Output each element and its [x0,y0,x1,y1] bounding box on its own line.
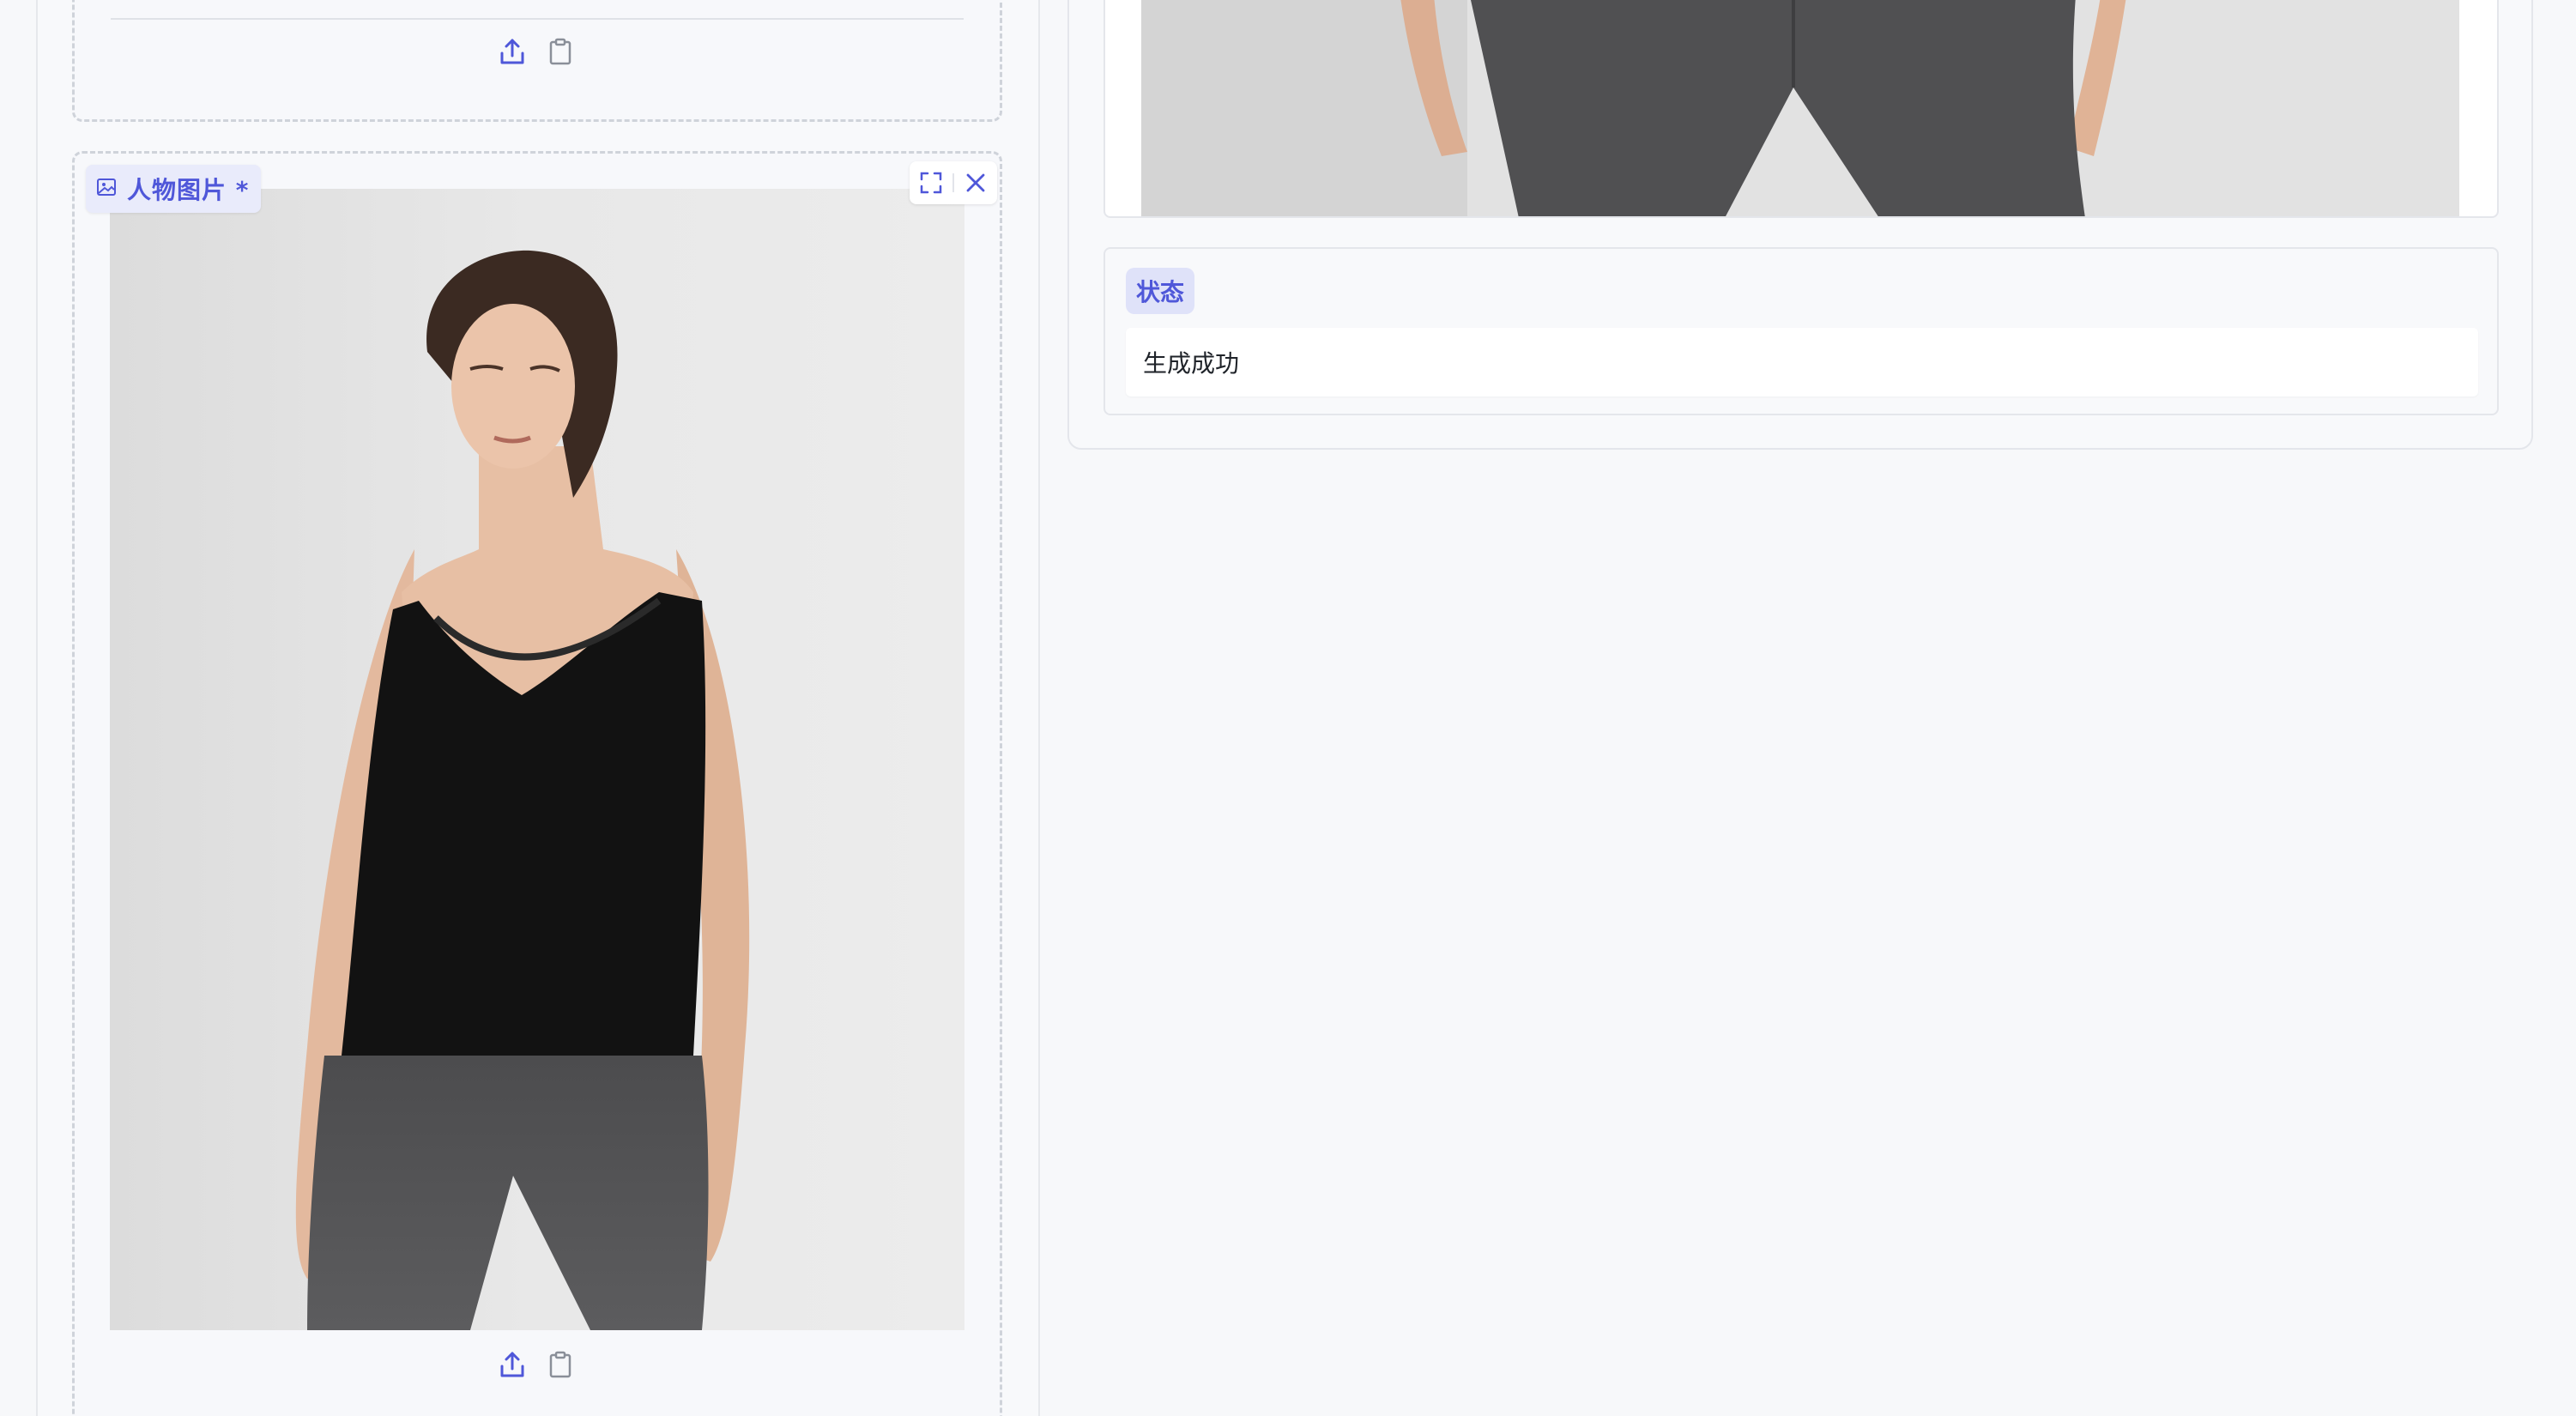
fullscreen-icon[interactable] [918,169,944,197]
clipboard-icon[interactable] [547,38,573,65]
output-image-preview[interactable] [1141,0,2459,216]
person-image-toolbar [499,1351,573,1378]
controls-separator [952,173,954,192]
status-label: 状态 [1126,268,1195,314]
person-image-preview [110,189,964,1330]
upload-icon[interactable] [499,1351,525,1378]
status-value: 生成成功 [1126,328,2478,396]
status-card: 状态 生成成功 [1104,247,2499,415]
close-icon[interactable] [963,169,989,197]
image-controls [910,161,997,204]
image-icon [96,177,117,201]
clipboard-icon[interactable] [547,1351,573,1378]
person-image-label-text: 人物图片 * [127,176,250,204]
person-image-label: 人物图片 * [86,165,262,213]
app-page: 人物图片 * 状态 生成成功 [0,0,2576,1416]
divider [111,18,964,20]
output-image-card [1104,0,2499,218]
upload-toolbar-previous [499,38,573,65]
upload-icon[interactable] [499,38,525,65]
